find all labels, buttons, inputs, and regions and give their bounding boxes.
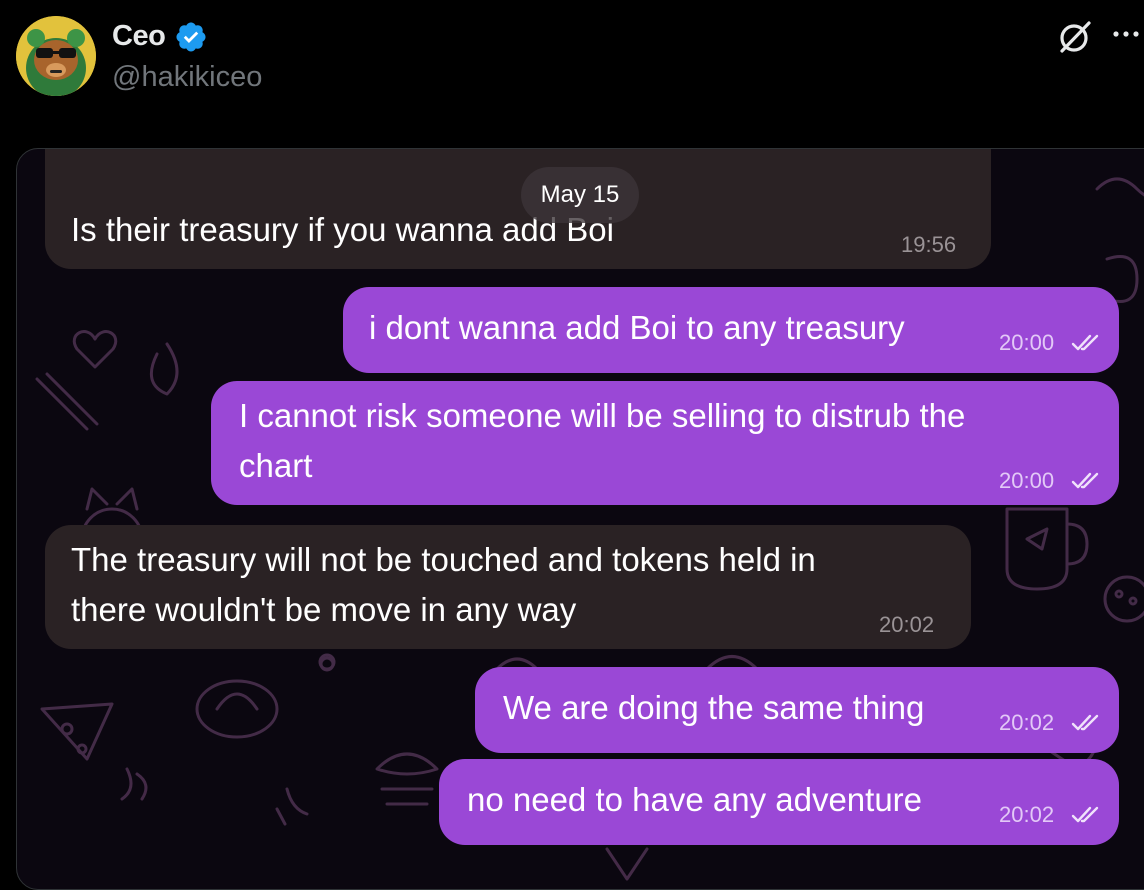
- double-check-icon: [1071, 714, 1099, 731]
- avatar-image: [16, 16, 96, 96]
- message-bubble-incoming[interactable]: The treasury will not be touched and tok…: [45, 525, 971, 649]
- message-bubble-outgoing[interactable]: no need to have any adventure 20:02: [439, 759, 1119, 845]
- double-check-icon: [1071, 806, 1099, 823]
- message-text: no need to have any adventure: [467, 781, 923, 818]
- message-time: 20:02: [999, 802, 1055, 827]
- message-text-line2: there wouldn't be move in any way: [71, 591, 577, 628]
- message-time: 20:00: [999, 330, 1055, 355]
- grok-icon[interactable]: [1056, 18, 1094, 56]
- message-time: 20:02: [999, 710, 1055, 735]
- message-time: 20:00: [999, 468, 1055, 493]
- message-bubble-outgoing[interactable]: i dont wanna add Boi to any treasury 20:…: [343, 287, 1119, 373]
- message-time: 19:56: [901, 232, 957, 257]
- verified-badge-icon: [176, 22, 206, 52]
- message-text: i dont wanna add Boi to any treasury: [369, 309, 905, 346]
- message-bubble-outgoing[interactable]: I cannot risk someone will be selling to…: [211, 381, 1119, 505]
- user-handle[interactable]: @hakikiceo: [112, 61, 262, 94]
- display-name[interactable]: Ceo: [112, 20, 166, 53]
- message-time: 20:02: [879, 612, 935, 637]
- double-check-icon: [1071, 334, 1099, 351]
- more-options-icon[interactable]: [1110, 22, 1144, 42]
- message-text: We are doing the same thing: [503, 689, 925, 726]
- post-header: Ceo @hakikiceo: [0, 0, 1144, 140]
- post-media-image[interactable]: Is their treasury if you wanna add Boi 1…: [16, 148, 1144, 890]
- message-bubble-incoming[interactable]: Is their treasury if you wanna add Boi 1…: [45, 149, 991, 269]
- double-check-icon: [1071, 472, 1099, 489]
- avatar[interactable]: [16, 16, 96, 96]
- message-text-line1: The treasury will not be touched and tok…: [71, 541, 816, 578]
- date-separator: May 15: [521, 167, 639, 223]
- message-text-line1: I cannot risk someone will be selling to…: [239, 397, 966, 434]
- message-bubble-outgoing[interactable]: We are doing the same thing 20:02: [475, 667, 1119, 753]
- message-text-line2: chart: [239, 447, 313, 484]
